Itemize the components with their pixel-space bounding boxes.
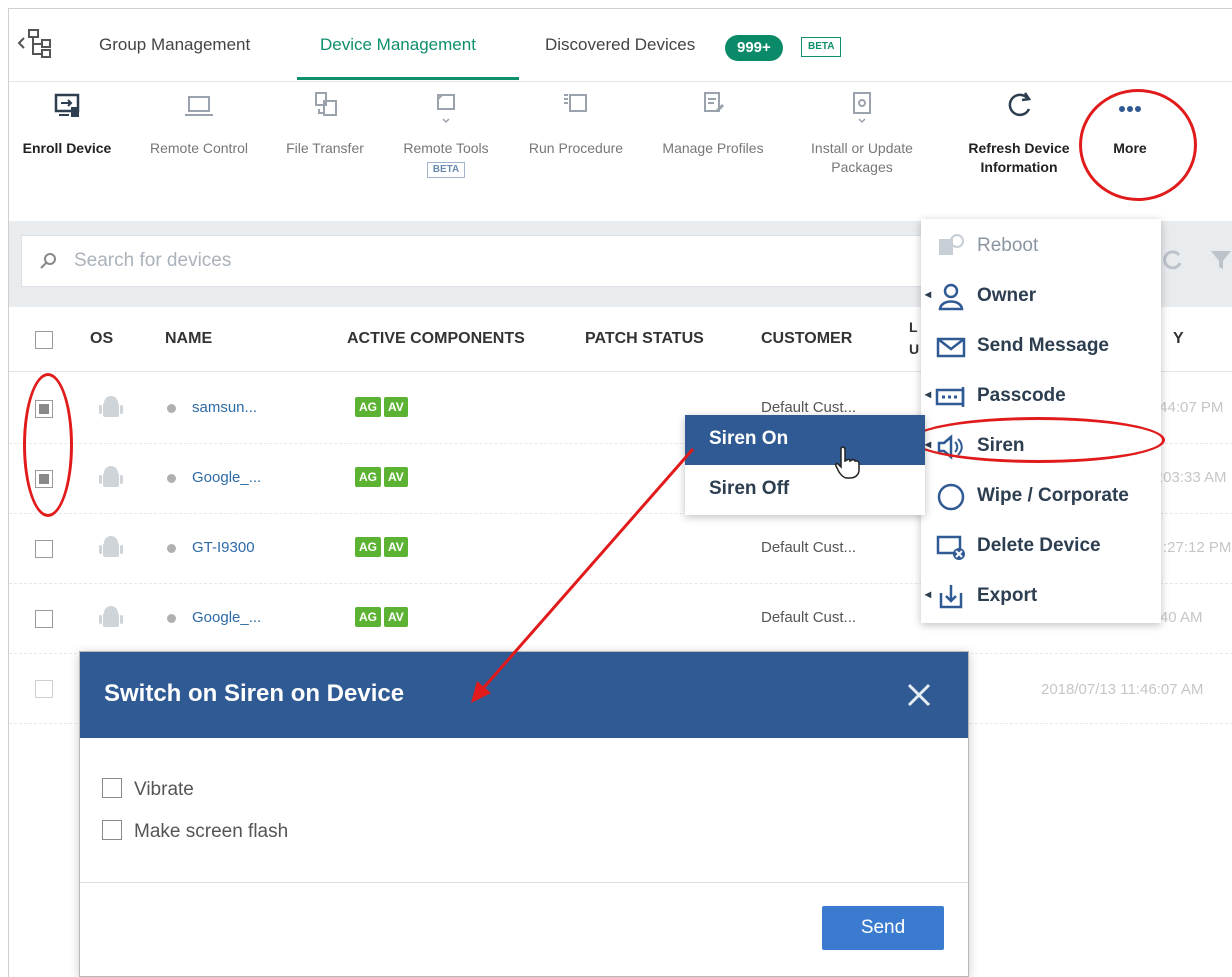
annotation-arrow	[471, 448, 695, 703]
device-management-page: Group Management Device Management Disco…	[8, 8, 1232, 977]
